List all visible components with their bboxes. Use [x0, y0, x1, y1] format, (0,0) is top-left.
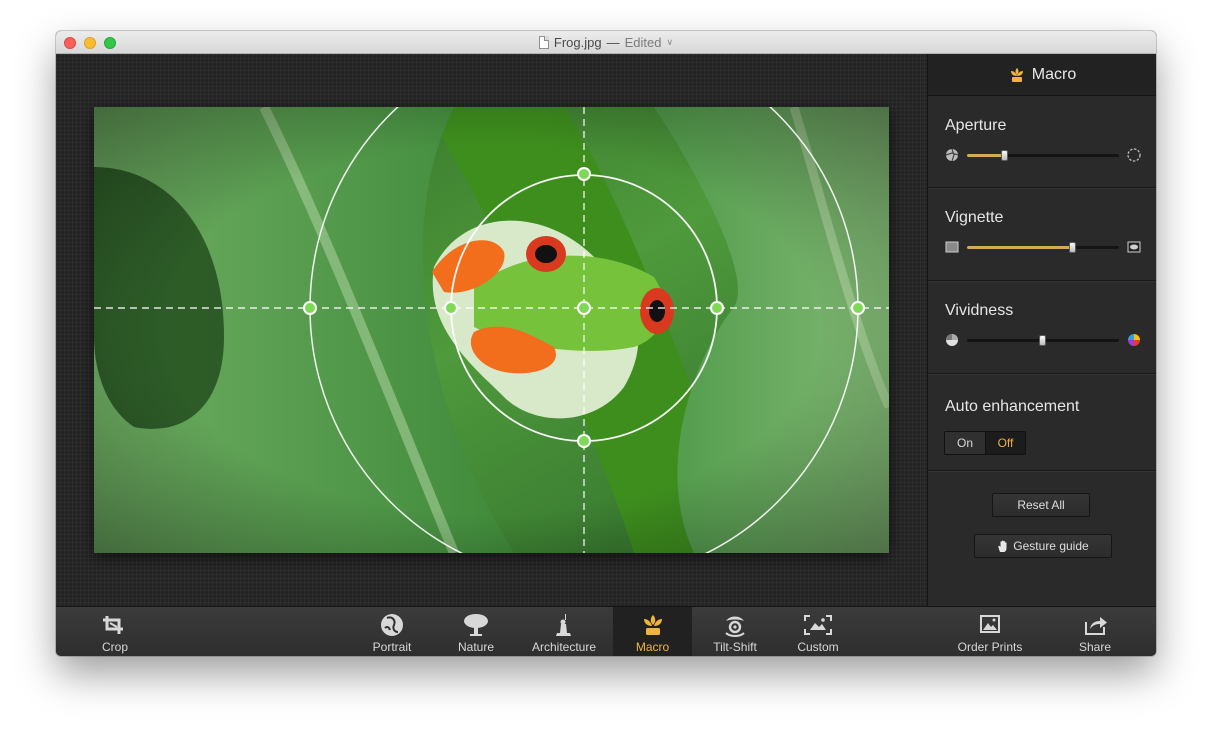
vividness-high-icon — [1128, 334, 1140, 346]
auto-enhancement-off[interactable]: Off — [985, 432, 1025, 454]
title-separator: — — [606, 35, 620, 50]
aperture-knob[interactable] — [1001, 150, 1008, 161]
blur-handle-right[interactable] — [851, 301, 865, 315]
vignette-knob[interactable] — [1069, 242, 1077, 253]
tool-custom[interactable]: Custom — [788, 607, 848, 656]
auto-enhancement-label: Auto enhancement — [945, 398, 1080, 415]
tool-portrait[interactable]: Portrait — [358, 607, 426, 656]
aperture-open-icon — [1127, 148, 1141, 162]
auto-enhancement-toggle[interactable]: On Off — [944, 431, 1026, 455]
focus-handle-right[interactable] — [710, 301, 724, 315]
tree-icon — [464, 614, 488, 636]
tool-custom-label: Custom — [797, 640, 839, 654]
custom-frame-icon — [804, 615, 832, 635]
aperture-section: Aperture — [928, 96, 1156, 188]
focus-handle-bottom[interactable] — [577, 434, 591, 448]
tool-macro[interactable]: Macro — [613, 607, 692, 656]
window-title: Frog.jpg — Edited ∨ — [56, 31, 1156, 54]
aperture-track — [967, 150, 1119, 161]
window-filename: Frog.jpg — [553, 35, 602, 50]
tool-share-label: Share — [1078, 640, 1112, 654]
vignette-track — [967, 242, 1119, 253]
tool-share[interactable]: Share — [1068, 607, 1122, 656]
tool-architecture-label: Architecture — [531, 640, 597, 654]
vividness-slider[interactable] — [945, 333, 1141, 347]
vignette-low-icon — [945, 241, 959, 253]
crop-icon — [103, 616, 123, 634]
aperture-closed-icon — [945, 148, 959, 162]
auto-enhancement-on[interactable]: On — [945, 432, 985, 454]
reset-all-button[interactable]: Reset All — [992, 493, 1090, 517]
panel-title: Macro — [1031, 65, 1077, 83]
vividness-track — [967, 335, 1119, 346]
macro-flower-icon — [643, 615, 662, 635]
vividness-low-icon — [946, 334, 958, 346]
panel-header: Macro — [928, 54, 1156, 96]
vignette-label: Vignette — [945, 209, 1004, 226]
tool-macro-label: Macro — [635, 640, 670, 654]
tool-tilt-shift-label: Tilt-Shift — [713, 640, 757, 654]
tilt-shift-icon — [725, 616, 745, 637]
aperture-label: Aperture — [945, 117, 1007, 134]
tool-portrait-label: Portrait — [372, 640, 412, 654]
title-bar: Frog.jpg — Edited ∨ — [56, 31, 1156, 54]
tool-crop[interactable]: Crop — [84, 607, 146, 656]
vignette-fill — [967, 246, 1074, 249]
gesture-guide-label: Gesture guide — [1013, 539, 1089, 553]
focus-handle-left[interactable] — [444, 301, 458, 315]
adjustments-panel: Macro Aperture Vignette Vividness Auto e… — [927, 54, 1156, 606]
tool-nature[interactable]: Nature — [446, 607, 506, 656]
photo-preview[interactable] — [94, 107, 889, 553]
chevron-down-icon[interactable]: ∨ — [666, 37, 673, 48]
vignette-high-icon — [1127, 241, 1141, 253]
macro-focus-overlay — [303, 167, 865, 448]
share-icon — [1085, 617, 1107, 635]
tool-crop-label: Crop — [101, 640, 128, 654]
focus-handle-top[interactable] — [577, 167, 591, 181]
vignette-slider[interactable] — [945, 240, 1141, 254]
gesture-guide-button[interactable]: Gesture guide — [974, 534, 1112, 558]
tool-tilt-shift[interactable]: Tilt-Shift — [706, 607, 764, 656]
statue-of-liberty-icon — [556, 614, 571, 636]
edited-status[interactable]: Edited — [625, 35, 662, 50]
vividness-section: Vividness — [928, 281, 1156, 374]
auto-enhancement-section: Auto enhancement On Off — [928, 374, 1156, 471]
app-window: Frog.jpg — Edited ∨ Macro Aperture Vigne… — [56, 31, 1156, 656]
macro-flower-icon — [1010, 67, 1023, 82]
tool-architecture[interactable]: Architecture — [526, 607, 602, 656]
document-icon — [538, 36, 549, 49]
tool-order-prints[interactable]: Order Prints — [953, 607, 1027, 656]
bottom-toolbar: Crop Portrait Nature Architecture Macro … — [56, 606, 1156, 656]
reset-all-label: Reset All — [1017, 498, 1065, 512]
tool-order-prints-label: Order Prints — [957, 640, 1023, 654]
photo-canvas — [56, 54, 927, 606]
vividness-knob[interactable] — [1039, 335, 1046, 346]
aperture-slider[interactable] — [945, 148, 1141, 162]
portrait-icon — [381, 614, 403, 636]
vividness-label: Vividness — [945, 302, 1014, 319]
hand-icon — [998, 540, 1007, 552]
blur-handle-left[interactable] — [303, 301, 317, 315]
tool-nature-label: Nature — [457, 640, 495, 654]
aperture-fill — [967, 154, 1005, 157]
focus-center-handle[interactable] — [577, 301, 591, 315]
vignette-section: Vignette — [928, 188, 1156, 281]
picture-frame-icon — [980, 615, 1000, 633]
